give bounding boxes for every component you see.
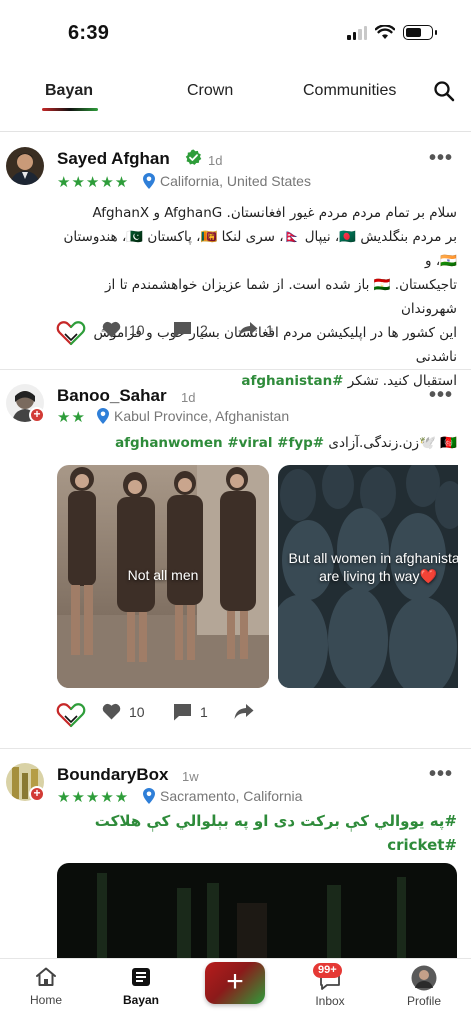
hashtag-link[interactable]: #په یووالي کې برکت دی او په بېلوالي کې ه… (57, 809, 457, 833)
active-tab-indicator (42, 108, 98, 111)
home-icon (36, 967, 56, 986)
post-time: 1d (208, 153, 223, 168)
like-count: 10 (129, 703, 145, 720)
profile-avatar (411, 965, 437, 991)
tab-bayan[interactable]: Bayan (45, 82, 93, 100)
add-follow-badge[interactable]: + (29, 407, 45, 423)
search-icon[interactable] (433, 80, 455, 102)
media-image[interactable]: Not all men (57, 465, 269, 688)
comment-button[interactable]: 1 (173, 703, 208, 721)
more-options-icon[interactable]: ••• (429, 147, 453, 170)
battery-icon (403, 25, 437, 40)
post-sayed-afghan: Sayed Afghan 1d ••• ★★★★★ California, Un… (0, 133, 471, 389)
nav-profile-label: Profile (406, 994, 441, 1008)
post-boundarybox: + BoundaryBox 1w ••• ★★★★★ Sacramento, C… (0, 749, 471, 963)
post-body: 🇦🇫 🕊️زن.زندگی.آزادی afghanwomen #viral #… (57, 431, 457, 455)
post-body: #په یووالي کې برکت دی او په بېلوالي کې ه… (57, 809, 457, 857)
post-body-line: سلام بر تمام مردم مردم غیور افغانستان. A… (92, 205, 457, 221)
post-body-text: 🇦🇫 🕊️زن.زندگی.آزادی (328, 435, 457, 451)
wifi-icon (375, 25, 395, 39)
hashtag-link[interactable]: cricket# (57, 833, 457, 857)
like-button[interactable]: 10 (102, 321, 145, 338)
top-tabs: Bayan Crown Communities (0, 70, 471, 132)
post-time: 1w (182, 769, 199, 784)
rating-stars: ★★★★★ (57, 174, 130, 191)
post-location: Sacramento, California (160, 788, 303, 804)
hashtag-link[interactable]: afghanwomen #viral #fyp# (115, 435, 324, 451)
media-caption: Not all men (127, 567, 199, 583)
location-pin-icon (143, 173, 155, 189)
post-time: 1d (181, 390, 196, 405)
heart-icon (102, 321, 121, 338)
post-body-line: بر مردم بنگلدیش 🇧🇩، نیپال 🇳🇵، سری لنکا 🇱… (63, 229, 457, 269)
bayan-icon (132, 968, 150, 986)
avatar[interactable] (6, 147, 44, 185)
share-button[interactable]: 1 (238, 321, 274, 338)
post-actions: 10 1 (56, 703, 356, 731)
status-icons (347, 25, 437, 40)
tab-crown[interactable]: Crown (187, 82, 233, 100)
post-location: Kabul Province, Afghanistan (114, 408, 290, 424)
post-banoo-sahar: + Banoo_Sahar 1d ••• ★★ Kabul Province, … (0, 370, 471, 748)
comment-count: 1 (200, 704, 208, 720)
plus-icon: + (226, 965, 244, 998)
crown-heart-icon[interactable] (56, 701, 86, 729)
media-caption: But all women in afghanistan are living … (288, 550, 459, 584)
post-body: سلام بر تمام مردم مردم غیور افغانستان. A… (57, 201, 457, 393)
comment-icon (174, 704, 191, 721)
post-body-line: تاجیکستان. 🇹🇯 باز شده است. از شما عزیزان… (105, 277, 457, 317)
crown-heart-icon[interactable] (56, 319, 86, 347)
inbox-count-badge: 99+ (313, 963, 342, 978)
nav-bayan[interactable]: Bayan (111, 967, 171, 1007)
username[interactable]: Banoo_Sahar (57, 386, 167, 406)
comment-count: 2 (200, 322, 208, 338)
more-options-icon[interactable]: ••• (429, 384, 453, 407)
nav-home-label: Home (29, 993, 62, 1007)
post-location: California, United States (160, 173, 311, 189)
share-arrow-icon (238, 322, 258, 337)
username[interactable]: Sayed Afghan (57, 149, 170, 169)
status-time: 6:39 (68, 22, 110, 44)
signal-icon (347, 25, 367, 40)
heart-icon (102, 703, 121, 720)
cricket-video-thumbnail (57, 863, 457, 963)
nav-bayan-label: Bayan (122, 993, 160, 1007)
comment-icon (174, 322, 191, 339)
username[interactable]: BoundaryBox (57, 765, 168, 785)
like-count: 10 (129, 321, 145, 338)
media-image[interactable]: But all women in afghanistan are living … (278, 465, 458, 688)
nav-inbox-label: Inbox (315, 994, 345, 1008)
like-button[interactable]: 10 (102, 703, 145, 720)
share-arrow-icon (234, 704, 254, 719)
nav-home[interactable]: Home (16, 967, 76, 1007)
nav-profile[interactable]: Profile (394, 965, 454, 1008)
share-button[interactable] (234, 703, 254, 720)
location-pin-icon (97, 408, 109, 424)
share-count: 1 (266, 321, 274, 338)
location-pin-icon (143, 788, 155, 804)
comment-button[interactable]: 2 (173, 321, 208, 339)
rating-stars: ★★★★★ (57, 789, 130, 806)
rating-stars: ★★ (57, 409, 86, 426)
media-video[interactable] (57, 863, 457, 963)
post-actions: 10 2 1 (56, 321, 356, 349)
add-follow-badge[interactable]: + (29, 786, 45, 802)
create-post-button[interactable]: + (205, 962, 265, 1004)
status-bar: 6:39 (0, 0, 471, 60)
more-options-icon[interactable]: ••• (429, 763, 453, 786)
tab-communities[interactable]: Communities (303, 82, 396, 100)
verified-badge-icon (185, 149, 202, 165)
